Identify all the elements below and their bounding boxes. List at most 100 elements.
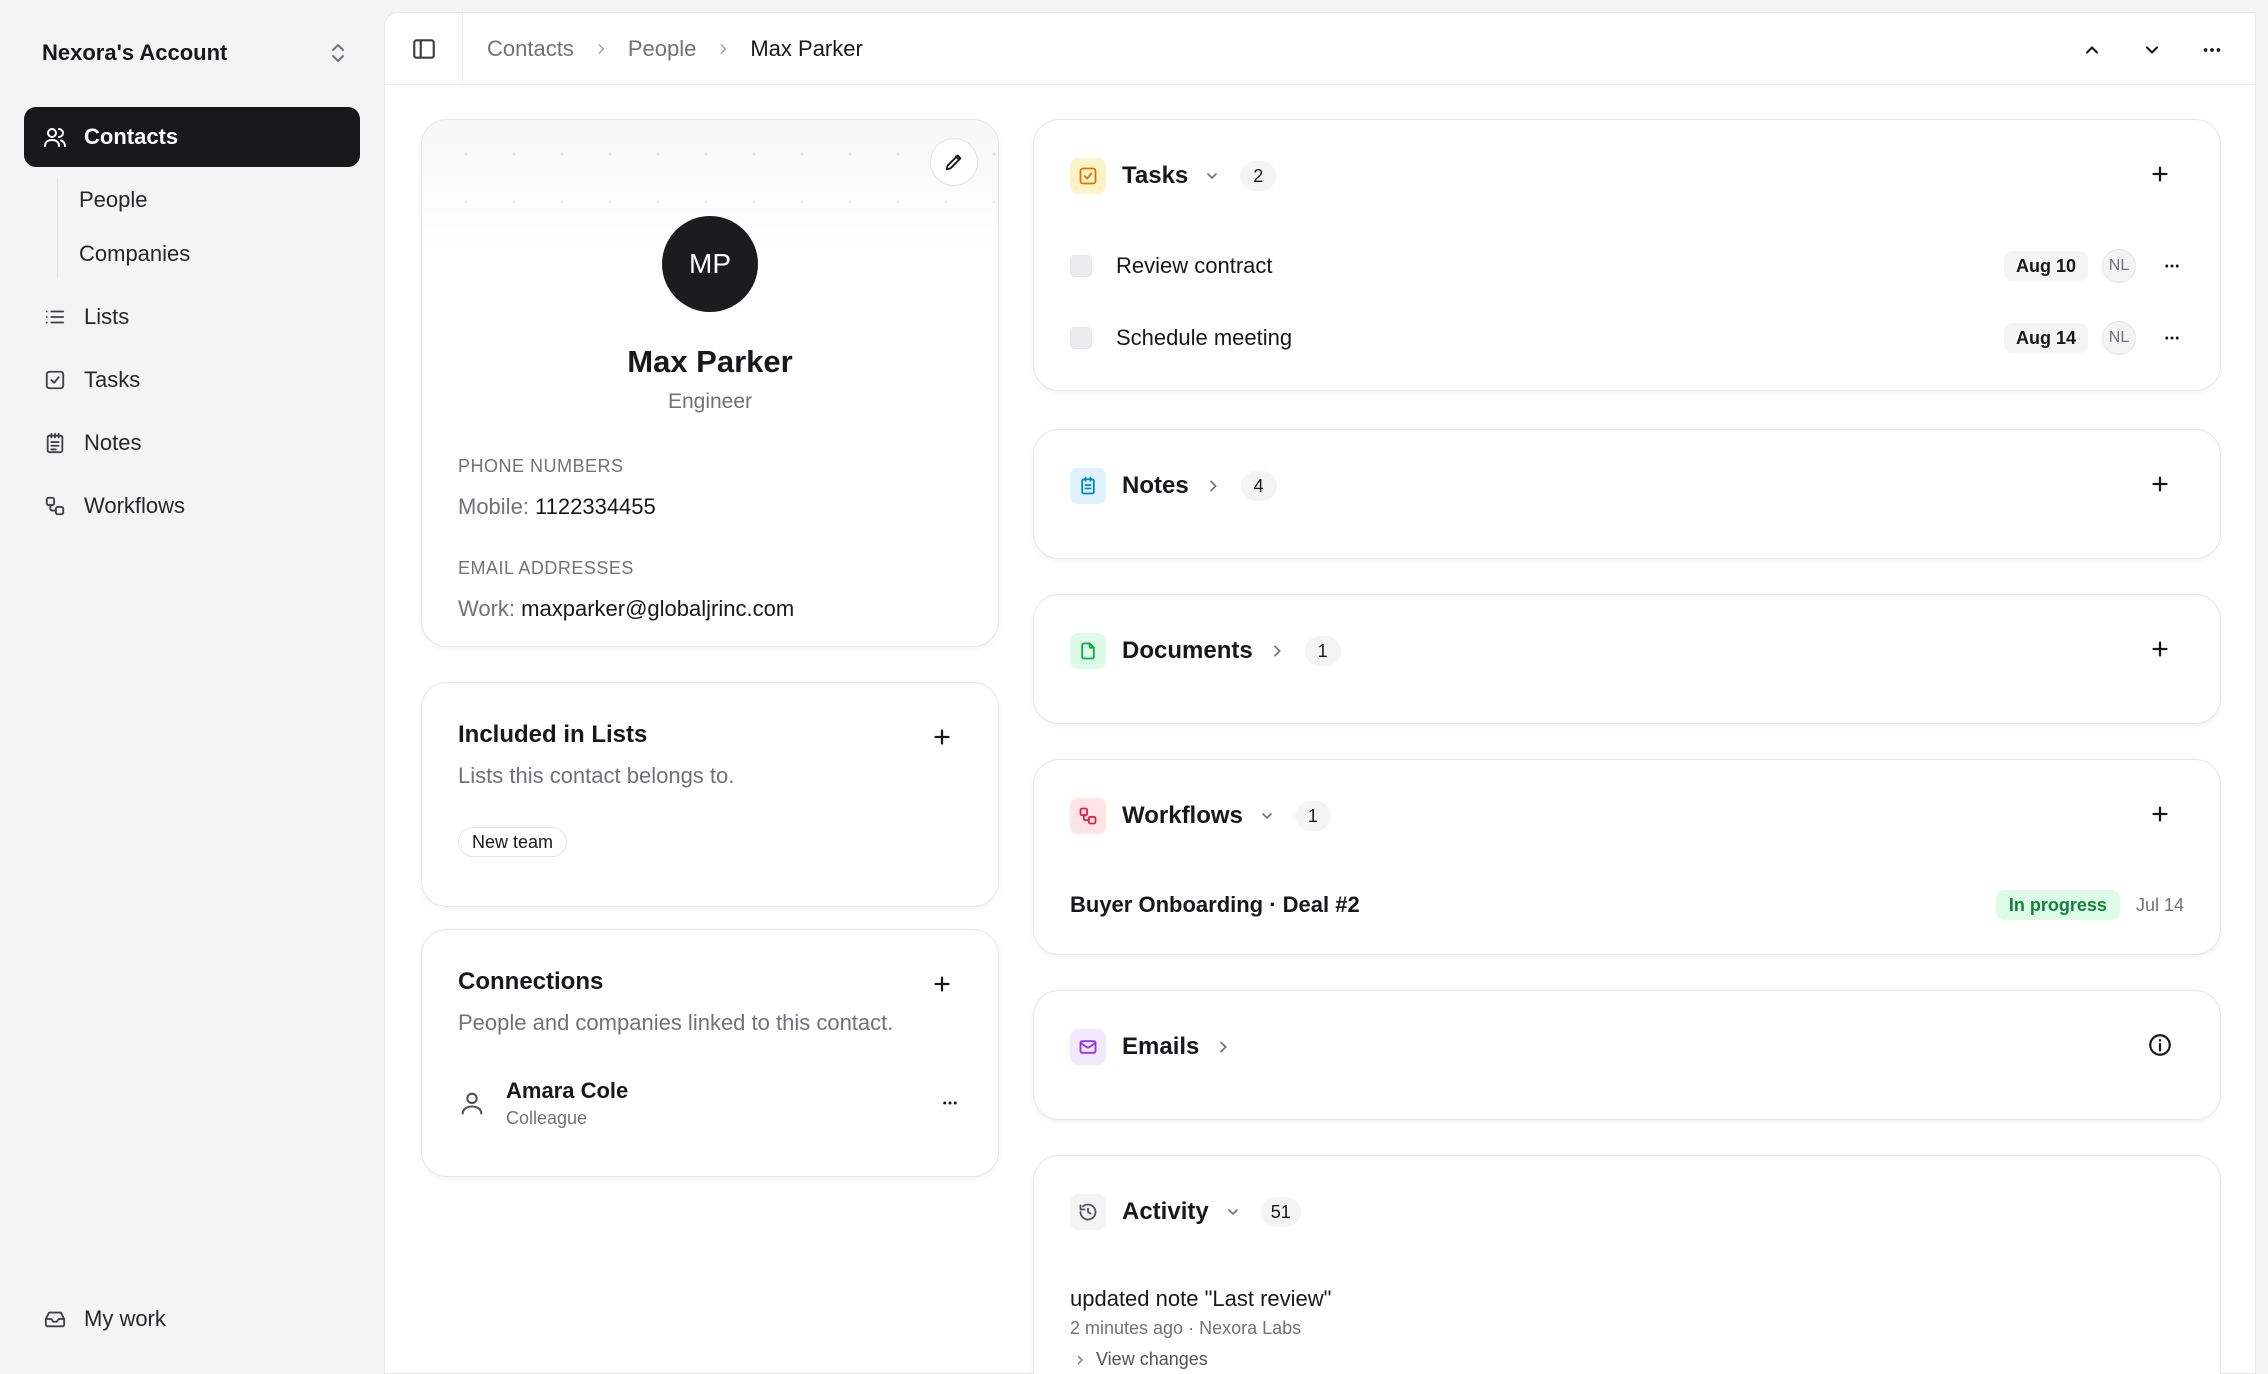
mail-icon <box>1070 1029 1106 1065</box>
chevron-down-icon <box>1202 166 1222 186</box>
sidebar-toggle-button[interactable] <box>385 12 463 85</box>
connections-card: Connections People and companies linked … <box>421 929 999 1177</box>
sidebar-item-people[interactable]: People <box>79 180 148 220</box>
breadcrumb: Contacts People Max Parker <box>463 36 863 62</box>
sidebar-item-my-work[interactable]: My work <box>24 1289 360 1349</box>
phone-number[interactable]: 1122334455 <box>535 494 656 519</box>
workflow-icon <box>1070 798 1106 834</box>
task-row: Review contract Aug 10 NL <box>1070 244 2184 288</box>
chevron-up-down-icon <box>328 41 348 65</box>
task-title[interactable]: Schedule meeting <box>1116 325 2004 351</box>
sidebar: Nexora's Account Contacts People Compani… <box>0 0 383 1374</box>
more-horizontal-icon <box>2165 336 2179 340</box>
task-checkbox[interactable] <box>1070 327 1092 349</box>
workflow-row[interactable]: Buyer Onboarding · Deal #2 In progress J… <box>1070 888 2184 922</box>
next-record-button[interactable] <box>2137 35 2167 65</box>
emails-header[interactable]: Emails <box>1070 1029 1251 1065</box>
sidebar-item-notes[interactable]: Notes <box>24 413 360 473</box>
connection-item[interactable]: Amara Cole Colleague <box>458 1076 962 1130</box>
activity-item: updated note "Last review" 2 minutes ago… <box>1070 1286 1331 1370</box>
workflow-icon <box>42 493 68 519</box>
documents-card: Documents 1 <box>1033 594 2221 724</box>
activity-meta: 2 minutes ago · Nexora Labs <box>1070 1318 1302 1338</box>
add-connection-button[interactable] <box>928 970 956 998</box>
add-note-button[interactable] <box>2146 470 2174 498</box>
more-options-button[interactable] <box>2197 35 2227 65</box>
sidebar-item-lists[interactable]: Lists <box>24 287 360 347</box>
top-bar: Contacts People Max Parker <box>385 12 2255 85</box>
chevron-right-icon <box>1213 1037 1233 1057</box>
sidebar-item-companies[interactable]: Companies <box>79 234 190 274</box>
contact-role: Engineer <box>667 390 753 413</box>
activity-header[interactable]: Activity 51 <box>1070 1194 1301 1230</box>
task-more-button[interactable] <box>2160 326 2184 350</box>
record-navigation <box>2077 35 2227 65</box>
documents-header[interactable]: Documents 1 <box>1070 633 1341 669</box>
phone-section-label: PHONE NUMBERS <box>458 456 624 476</box>
lists-card-title: Included in Lists <box>458 721 648 748</box>
inbox-icon <box>42 1306 68 1332</box>
sidebar-item-label: Tasks <box>84 367 141 392</box>
connection-info: Amara Cole Colleague <box>506 1078 938 1129</box>
workflows-header[interactable]: Workflows 1 <box>1070 798 1331 834</box>
email-address[interactable]: maxparker@globaljrinc.com <box>521 596 794 621</box>
chevron-right-icon <box>594 42 608 56</box>
email-value-row: Work: maxparker@globaljrinc.com <box>458 596 794 622</box>
account-switcher[interactable]: Nexora's Account <box>42 36 348 70</box>
breadcrumb-contacts[interactable]: Contacts <box>487 36 574 62</box>
breadcrumb-people[interactable]: People <box>628 36 697 62</box>
pencil-icon <box>945 154 962 171</box>
panel-left-icon <box>412 38 435 59</box>
add-workflow-button[interactable] <box>2146 800 2174 828</box>
account-name: Nexora's Account <box>42 40 228 65</box>
emails-title: Emails <box>1122 1033 1200 1060</box>
phone-value-row: Mobile: 1122334455 <box>458 494 656 520</box>
connection-more-button[interactable] <box>938 1091 962 1115</box>
tasks-header[interactable]: Tasks 2 <box>1070 158 1277 194</box>
tasks-title: Tasks <box>1122 162 1189 189</box>
sidebar-item-tasks[interactable]: Tasks <box>24 350 360 410</box>
sidebar-item-contacts[interactable]: Contacts <box>24 107 360 167</box>
plus-icon <box>934 729 950 745</box>
contact-name: Max Parker <box>627 344 793 379</box>
list-chip[interactable]: New team <box>458 827 568 857</box>
nav-sub-divider <box>57 178 58 278</box>
more-horizontal-icon <box>2165 264 2179 268</box>
add-document-button[interactable] <box>2146 635 2174 663</box>
edit-profile-button[interactable] <box>930 138 978 186</box>
connections-card-description: People and companies linked to this cont… <box>458 1010 894 1035</box>
task-more-button[interactable] <box>2160 254 2184 278</box>
activity-text: updated note "Last review" <box>1070 1286 1332 1311</box>
activity-count: 51 <box>1260 1197 1301 1227</box>
emails-info-button[interactable] <box>2146 1031 2174 1059</box>
documents-count: 1 <box>1304 636 1341 666</box>
sidebar-item-label: Notes <box>84 430 142 455</box>
connection-name: Amara Cole <box>506 1077 629 1103</box>
more-horizontal-icon <box>2203 48 2221 52</box>
task-checkbox[interactable] <box>1070 255 1092 277</box>
chevron-down-icon <box>1223 1202 1243 1222</box>
profile-card: MP Max Parker Engineer PHONE NUMBERS Mob… <box>421 119 999 647</box>
breadcrumb-current: Max Parker <box>750 35 863 61</box>
activity-title: Activity <box>1122 1198 1209 1225</box>
users-icon <box>42 124 68 150</box>
sidebar-item-workflows[interactable]: Workflows <box>24 476 360 536</box>
notebook-icon <box>42 430 68 456</box>
task-title[interactable]: Review contract <box>1116 253 2004 279</box>
previous-record-button[interactable] <box>2077 35 2107 65</box>
task-due-date: Aug 14 <box>2003 323 2088 353</box>
add-to-list-button[interactable] <box>928 723 956 751</box>
list-icon <box>42 304 68 330</box>
tasks-card: Tasks 2 Review contract Aug 10 NL Schedu… <box>1033 119 2221 391</box>
notes-title: Notes <box>1122 472 1189 499</box>
notes-header[interactable]: Notes 4 <box>1070 468 1277 504</box>
documents-title: Documents <box>1122 637 1253 664</box>
view-changes-button[interactable]: View changes <box>1070 1349 1331 1370</box>
checkbox-icon <box>42 367 68 393</box>
add-task-button[interactable] <box>2146 160 2174 188</box>
more-horizontal-icon <box>943 1101 957 1105</box>
task-due-date: Aug 10 <box>2003 251 2088 281</box>
task-assignee-avatar: NL <box>2102 249 2136 283</box>
view-changes-label: View changes <box>1096 1349 1208 1369</box>
connections-card-title: Connections <box>458 968 604 995</box>
